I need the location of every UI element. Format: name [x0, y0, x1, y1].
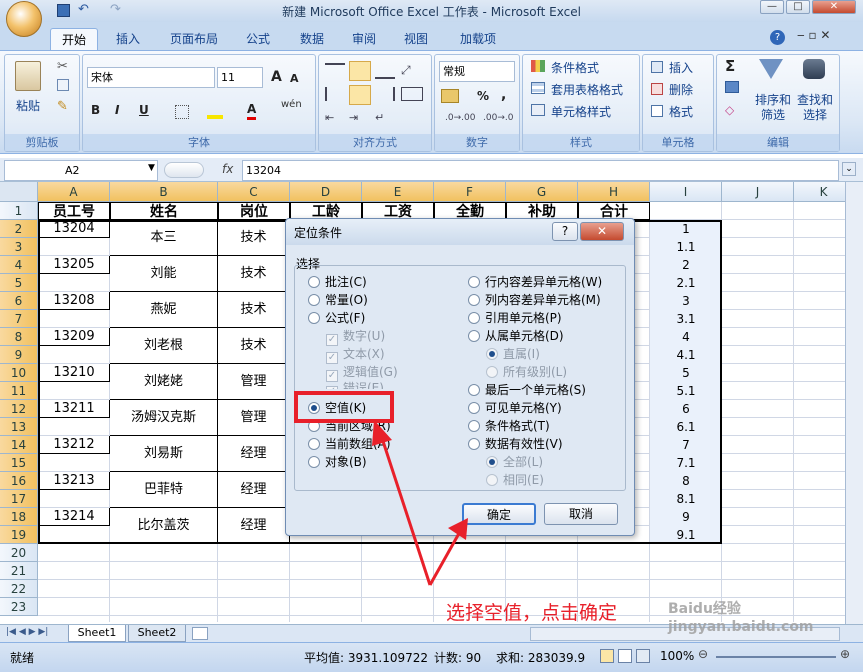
- annotation-arrows: [372, 420, 468, 586]
- arrow-to-blanks: [372, 420, 432, 586]
- watermark: Baidu经验 jingyan.baidu.com: [668, 601, 814, 635]
- sheet-nav-first-icon[interactable]: |◀ ◀ ▶ ▶|: [6, 627, 48, 637]
- status-ready: 就绪: [10, 651, 35, 665]
- new-sheet-icon[interactable]: [192, 627, 208, 640]
- zoom-out-icon[interactable]: ⊖: [698, 647, 708, 661]
- arrow-to-ok: [428, 518, 468, 586]
- view-normal-icon[interactable]: [600, 649, 614, 663]
- view-page-break-icon[interactable]: [636, 649, 650, 663]
- annotation-text: 选择空值，点击确定: [446, 602, 618, 624]
- office-button[interactable]: [6, 1, 42, 37]
- sheet-tab-sheet1[interactable]: Sheet1: [68, 625, 126, 642]
- zoom-in-icon[interactable]: ⊕: [840, 647, 850, 661]
- status-count: 计数: 90: [434, 651, 482, 665]
- status-sum: 求和: 283039.9: [496, 651, 586, 665]
- sheet-tab-sheet2[interactable]: Sheet2: [128, 625, 186, 642]
- view-page-layout-icon[interactable]: [618, 649, 632, 663]
- status-bar: 就绪 平均值: 3931.109722 计数: 90 求和: 283039.9 …: [0, 642, 863, 672]
- status-average: 平均值: 3931.109722: [304, 651, 429, 665]
- zoom-level[interactable]: 100%: [660, 649, 694, 663]
- zoom-slider[interactable]: [716, 656, 836, 658]
